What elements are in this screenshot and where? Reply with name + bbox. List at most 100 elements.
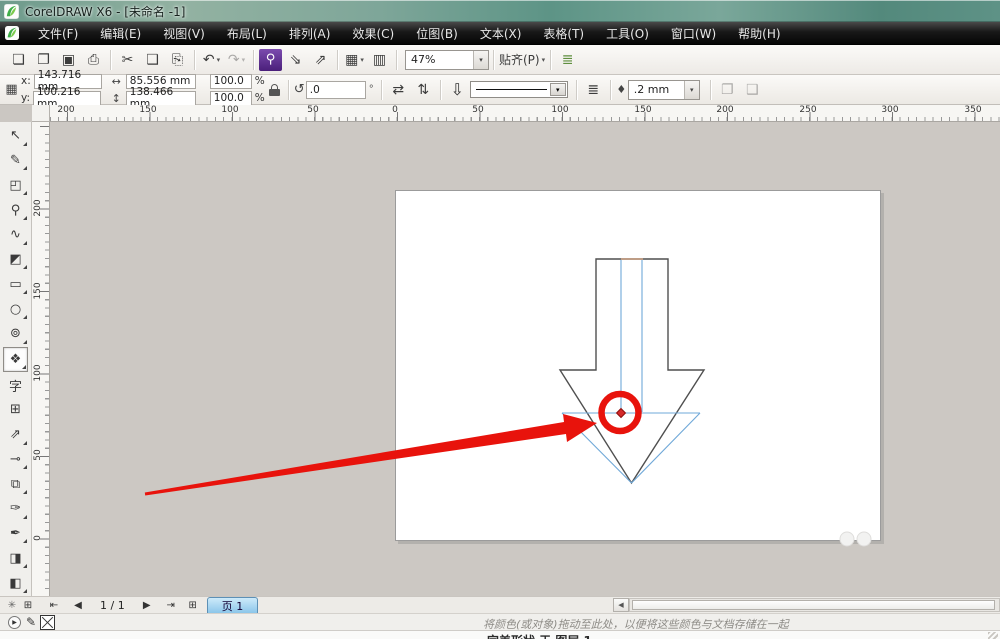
zoom-tool[interactable]: ⚲ (3, 198, 28, 222)
vertical-ruler[interactable]: 200150100500 (32, 122, 50, 596)
drawing-canvas[interactable] (50, 122, 1000, 596)
perfect-shape-button[interactable]: ⇩ (446, 79, 469, 101)
first-page-button[interactable]: ⇤ (46, 600, 62, 611)
add-page-button[interactable]: ⊞ (20, 600, 36, 611)
menu-item[interactable]: 文件(F) (27, 22, 89, 45)
ellipse-tool[interactable]: ○ (3, 297, 28, 321)
zoom-combo-arrow-icon[interactable]: ▾ (473, 51, 488, 69)
smart-fill-tool[interactable]: ◩ (3, 248, 28, 272)
ruler-origin[interactable] (32, 105, 50, 122)
add-page-after-button[interactable]: ⊞ (185, 600, 201, 611)
palette-flyout-button[interactable]: ▶ (8, 616, 21, 629)
print-button[interactable]: ⎙ (82, 49, 105, 71)
copy-button[interactable]: ❑ (141, 49, 164, 71)
copy-properties-button[interactable]: ❐ (716, 79, 739, 101)
last-page-button[interactable]: ⇥ (163, 600, 179, 611)
outline-pen-tool[interactable]: ✒ (3, 522, 28, 546)
menu-item[interactable]: 帮助(H) (727, 22, 791, 45)
status-object-info: 完美形状 于 图层 1 (487, 632, 592, 639)
scale-y-field[interactable]: 100.0 (210, 91, 252, 106)
copy-properties-from-button[interactable]: ❑ (741, 79, 764, 101)
lock-ratio-button[interactable] (269, 84, 280, 96)
menu-item[interactable]: 文本(X) (469, 22, 533, 45)
window-title: CorelDRAW X6 - [未命名 -1] (25, 3, 185, 20)
wrap-text-button[interactable]: ≣ (582, 79, 605, 101)
menu-item[interactable]: 编辑(E) (89, 22, 152, 45)
search-content-button[interactable]: ⚲ (259, 49, 282, 71)
hruler-label: 200 (716, 105, 733, 115)
arrow-shape-outline[interactable] (560, 259, 704, 483)
outline-width-arrow-icon[interactable]: ▾ (684, 81, 699, 99)
prev-page-button[interactable]: ◀ (70, 600, 86, 611)
palette-eyedropper-icon[interactable]: ✎ (26, 615, 36, 629)
crop-tool[interactable]: ◰ (3, 173, 28, 197)
paste-button[interactable]: ⎘ (166, 49, 189, 71)
next-page-button[interactable]: ▶ (139, 600, 155, 611)
no-color-swatch[interactable] (40, 615, 55, 630)
menu-item[interactable]: 效果(C) (341, 22, 405, 45)
hruler-label: 50 (307, 105, 318, 115)
menu-item[interactable]: 视图(V) (152, 22, 216, 45)
scrollbar-thumb[interactable] (632, 600, 995, 610)
blend-tool[interactable]: ⧉ (3, 472, 28, 496)
text-tool[interactable]: 字 (3, 373, 28, 397)
pick-tool[interactable]: ↖ (3, 124, 28, 148)
interactive-fill-tool[interactable]: ◧ (3, 571, 28, 595)
welcome-screen-button[interactable]: ▥ (368, 49, 391, 71)
dropdown-icon[interactable]: ▾ (242, 56, 246, 64)
scroll-left-button[interactable]: ◀ (613, 598, 629, 612)
polygon-tool[interactable]: ⊚ (3, 322, 28, 346)
export-button[interactable]: ⇗ (309, 49, 332, 71)
outline-width-combo[interactable]: .2 mm ▾ (628, 80, 700, 100)
undo-button[interactable]: ↶▾ (200, 49, 223, 71)
connector-tool[interactable]: ⊸ (3, 448, 28, 472)
new-document-button[interactable]: ❏ (7, 49, 30, 71)
zoom-level-value: 47% (406, 53, 473, 66)
document-palette-bar: ▶ ✎ 将颜色(或对象)拖动至此处，以便将这些颜色与文档存储在一起 (0, 613, 1000, 630)
options-button[interactable]: ≣ (556, 49, 579, 71)
dropdown-icon[interactable]: ▾ (217, 56, 221, 64)
menu-item[interactable]: 排列(A) (278, 22, 342, 45)
shape-tool[interactable]: ✎ (3, 149, 28, 173)
outline-style-arrow-icon[interactable]: ▾ (550, 83, 566, 96)
glyph-node[interactable] (617, 409, 626, 418)
outline-style-select[interactable]: ▾ (470, 81, 568, 98)
fill-tool[interactable]: ◨ (3, 546, 28, 570)
menu-item[interactable]: 窗口(W) (660, 22, 727, 45)
page-tab-label: 页 1 (222, 598, 244, 614)
basic-shapes-tool[interactable]: ❖ (3, 347, 28, 373)
application-launcher-button[interactable]: ▦▾ (343, 49, 366, 71)
scrollbar-track[interactable] (629, 598, 1000, 612)
horizontal-ruler[interactable]: 20015010050050100150200250300350 (50, 105, 1000, 122)
scale-x-field[interactable]: 100.0 (210, 74, 252, 89)
freehand-tool[interactable]: ∿ (3, 223, 28, 247)
rotation-angle-field[interactable]: .0 (306, 81, 366, 99)
redo-button[interactable]: ↷▾ (225, 49, 248, 71)
import-button[interactable]: ⇘ (284, 49, 307, 71)
cut-button[interactable]: ✂ (116, 49, 139, 71)
eyedropper-tool[interactable]: ✑ (3, 497, 28, 521)
table-tool[interactable]: ⊞ (3, 398, 28, 422)
menu-item[interactable]: 位图(B) (405, 22, 469, 45)
object-height-icon: ↕ (110, 92, 123, 105)
rectangle-tool[interactable]: ▭ (3, 272, 28, 296)
y-position-field[interactable]: 100.216 mm (33, 91, 101, 106)
vruler-label: 150 (33, 282, 43, 299)
status-bar: 完美形状 于 图层 1 (0, 630, 1000, 639)
zoom-level-combo[interactable]: 47% ▾ (405, 50, 489, 70)
page-tab[interactable]: 页 1 (207, 597, 259, 613)
hruler-label: 50 (472, 105, 483, 115)
hruler-label: 350 (964, 105, 981, 115)
dropdown-icon[interactable]: ▾ (360, 56, 364, 64)
menu-item[interactable]: 表格(T) (532, 22, 595, 45)
menu-item[interactable]: 布局(L) (216, 22, 278, 45)
object-height-field[interactable]: 138.466 mm (126, 91, 196, 106)
save-button[interactable]: ▣ (57, 49, 80, 71)
snap-to-dropdown[interactable]: 贴齐(P) ▾ (499, 49, 545, 71)
mirror-horizontal-button[interactable]: ⇄ (387, 79, 410, 101)
dimension-tool[interactable]: ⇗ (3, 423, 28, 447)
open-folder-button[interactable]: ❐ (32, 49, 55, 71)
mirror-vertical-button[interactable]: ⇅ (412, 79, 435, 101)
menu-item[interactable]: 工具(O) (595, 22, 660, 45)
horizontal-scrollbar[interactable]: ◀ (613, 597, 1000, 613)
